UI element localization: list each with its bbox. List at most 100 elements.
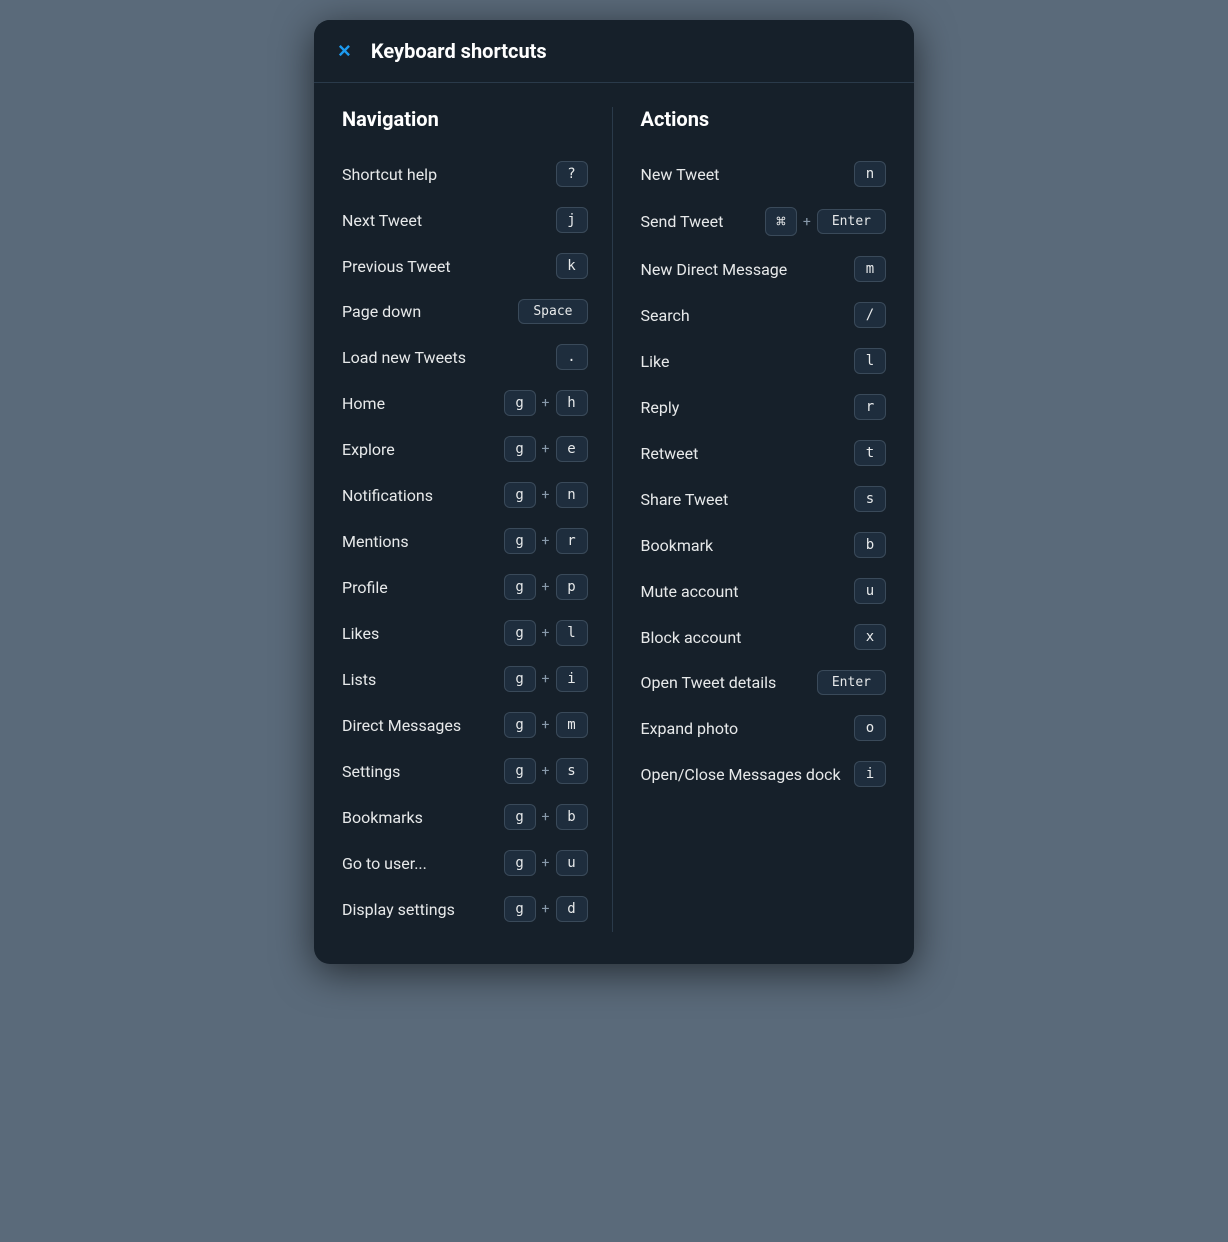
- shortcut-label: Next Tweet: [342, 211, 422, 230]
- shortcut-keys: l: [854, 348, 886, 374]
- key-badge: s: [854, 486, 886, 512]
- shortcut-row: Mute accountu: [641, 568, 887, 614]
- key-badge: s: [556, 758, 588, 784]
- shortcut-keys: g+b: [504, 804, 588, 830]
- shortcut-keys: g+m: [504, 712, 588, 738]
- shortcut-keys: u: [854, 578, 886, 604]
- key-badge: u: [854, 578, 886, 604]
- shortcut-row: New Direct Messagem: [641, 246, 887, 292]
- key-badge: /: [854, 302, 886, 328]
- key-badge: g: [504, 712, 536, 738]
- shortcut-row: Open/Close Messages dock i: [641, 751, 887, 797]
- plus-sign: +: [542, 809, 550, 825]
- shortcut-keys: .: [556, 344, 588, 370]
- shortcut-keys: j: [556, 207, 588, 233]
- modal-overlay: × Keyboard shortcuts Navigation Shortcut…: [0, 0, 1228, 1242]
- shortcut-label: Direct Messages: [342, 716, 461, 735]
- shortcut-keys: g+n: [504, 482, 588, 508]
- key-badge: g: [504, 758, 536, 784]
- shortcut-label: Notifications: [342, 486, 433, 505]
- key-badge: p: [556, 574, 588, 600]
- key-badge: e: [556, 436, 588, 462]
- shortcut-keys: i: [854, 761, 886, 787]
- plus-sign: +: [542, 487, 550, 503]
- shortcut-label: Search: [641, 306, 690, 325]
- shortcut-row: Exploreg+e: [342, 426, 588, 472]
- plus-sign: +: [542, 717, 550, 733]
- actions-column: Actions New TweetnSend Tweet⌘+EnterNew D…: [613, 107, 887, 932]
- shortcut-label: Previous Tweet: [342, 257, 451, 276]
- key-badge: Space: [518, 299, 587, 324]
- key-badge: m: [854, 256, 886, 282]
- shortcut-label: Block account: [641, 628, 742, 647]
- plus-sign: +: [542, 671, 550, 687]
- shortcut-keys: o: [854, 715, 886, 741]
- shortcut-keys: n: [854, 161, 886, 187]
- shortcut-label: Bookmarks: [342, 808, 423, 827]
- key-badge: g: [504, 528, 536, 554]
- modal-header: × Keyboard shortcuts: [314, 20, 914, 83]
- shortcut-keys: k: [556, 253, 588, 279]
- shortcut-keys: g + i: [504, 666, 588, 692]
- shortcut-keys: /: [854, 302, 886, 328]
- action-rows: New Tweet n Send Tweet ⌘+Enter New Direct Me…: [641, 151, 887, 797]
- shortcut-row: Open Tweet detailsEnter: [641, 660, 887, 705]
- shortcut-label: Lists: [342, 670, 376, 689]
- key-badge: g: [504, 666, 536, 692]
- shortcut-row: Go to user...g+u: [342, 840, 588, 886]
- plus-sign: +: [542, 395, 550, 411]
- shortcut-label: New Tweet: [641, 165, 720, 184]
- close-button[interactable]: ×: [334, 36, 355, 66]
- plus-sign: +: [542, 533, 550, 549]
- shortcut-keys: r: [854, 394, 886, 420]
- modal-title: Keyboard shortcuts: [371, 39, 547, 63]
- shortcut-label: Open/Close Messages dock: [641, 765, 841, 784]
- shortcut-label: Send Tweet: [641, 212, 724, 231]
- key-badge: ⌘: [765, 207, 797, 236]
- shortcut-label: Share Tweet: [641, 490, 729, 509]
- shortcut-label: Explore: [342, 440, 395, 459]
- key-badge: h: [556, 390, 588, 416]
- plus-sign: +: [542, 625, 550, 641]
- shortcut-keys: t: [854, 440, 886, 466]
- shortcut-label: Likes: [342, 624, 379, 643]
- shortcut-label: Load new Tweets: [342, 348, 466, 367]
- key-badge: g: [504, 574, 536, 600]
- key-badge: i: [556, 666, 588, 692]
- shortcut-row: Block account x: [641, 614, 887, 660]
- shortcut-label: Mentions: [342, 532, 409, 551]
- key-badge: g: [504, 436, 536, 462]
- shortcut-row: Send Tweet ⌘+Enter: [641, 197, 887, 246]
- shortcut-row: Load new Tweets.: [342, 334, 588, 380]
- key-badge: b: [854, 532, 886, 558]
- key-badge: g: [504, 482, 536, 508]
- keyboard-shortcuts-modal: × Keyboard shortcuts Navigation Shortcut…: [314, 20, 914, 964]
- shortcut-keys: g + h: [504, 390, 588, 416]
- shortcut-keys: ⌘+Enter: [765, 207, 886, 236]
- key-badge: g: [504, 390, 536, 416]
- shortcut-label: Home: [342, 394, 385, 413]
- shortcut-keys: g+u: [504, 850, 588, 876]
- shortcut-keys: b: [854, 532, 886, 558]
- shortcut-row: Home g + h: [342, 380, 588, 426]
- shortcut-row: Previous Tweet k: [342, 243, 588, 289]
- shortcut-label: Bookmark: [641, 536, 714, 555]
- shortcut-keys: s: [854, 486, 886, 512]
- shortcut-row: Next Tweet j: [342, 197, 588, 243]
- shortcut-keys: m: [854, 256, 886, 282]
- shortcut-row: Profileg+p: [342, 564, 588, 610]
- key-badge: n: [854, 161, 886, 187]
- key-badge: r: [556, 528, 588, 554]
- key-badge: g: [504, 850, 536, 876]
- shortcut-keys: x: [854, 624, 886, 650]
- key-badge: j: [556, 207, 588, 233]
- shortcut-row: Bookmarks g+b: [342, 794, 588, 840]
- shortcut-row: Expand photoo: [641, 705, 887, 751]
- shortcut-row: Notificationsg+n: [342, 472, 588, 518]
- shortcut-keys: Space: [518, 299, 587, 324]
- shortcut-row: Retweett: [641, 430, 887, 476]
- shortcut-row: Bookmark b: [641, 522, 887, 568]
- plus-sign: +: [542, 579, 550, 595]
- navigation-section-title: Navigation: [342, 107, 588, 131]
- navigation-rows: Shortcut help?Next TweetjPrevious Tweetk…: [342, 151, 588, 932]
